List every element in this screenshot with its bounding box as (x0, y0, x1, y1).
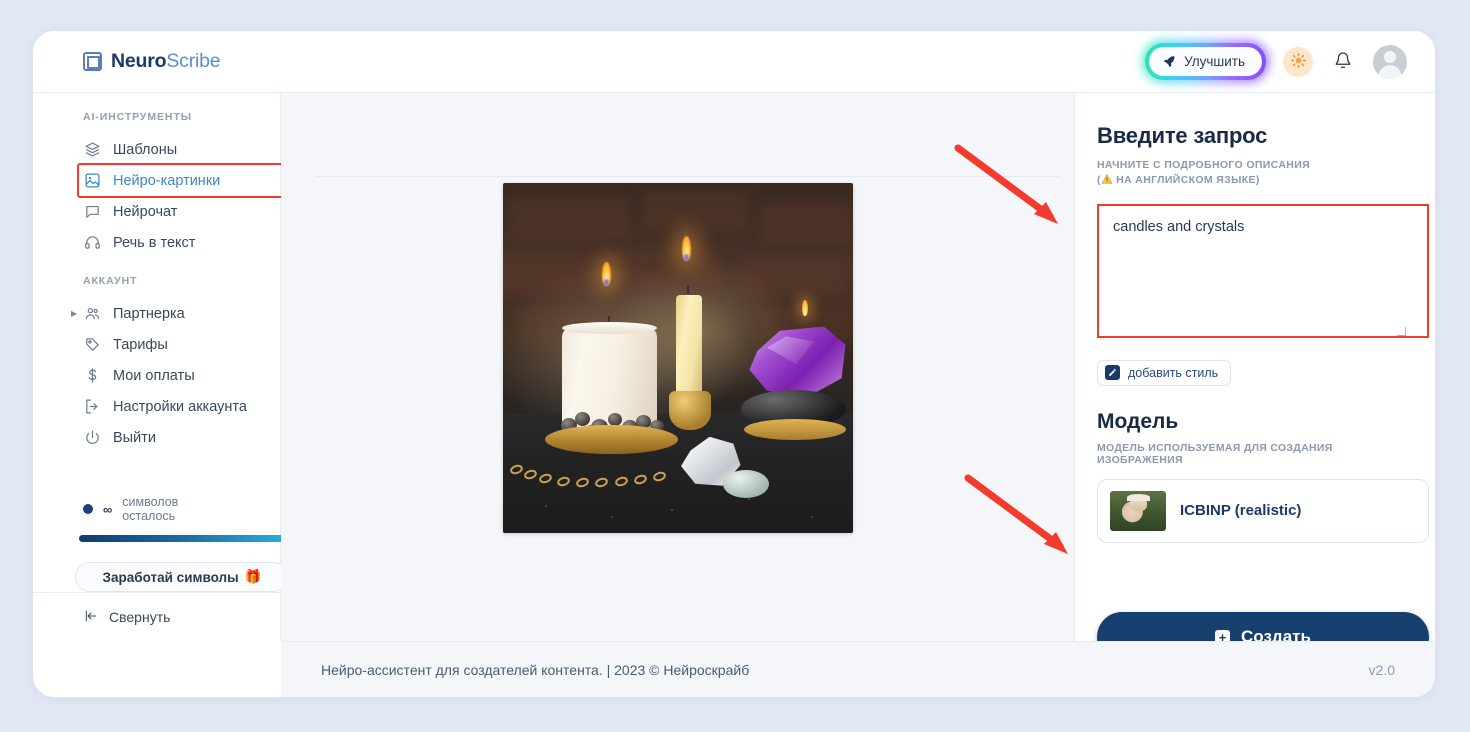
settings-exit-icon (83, 398, 101, 415)
candle-flame-3 (801, 300, 808, 317)
rocket-icon (1162, 55, 1176, 69)
sidebar-section-account: АККАУНТ (83, 275, 138, 288)
pencil-icon (1105, 365, 1120, 381)
chevron-right-icon: ▶ (71, 309, 78, 319)
sun-icon (1290, 52, 1307, 72)
sidebar-item-speech-to-text[interactable]: Речь в текст (33, 227, 280, 258)
create-button[interactable]: + Создать (1097, 612, 1429, 641)
gold-plate-2 (744, 419, 846, 441)
model-name: ICBINP (realistic) (1180, 502, 1302, 520)
candle-flame-1 (602, 261, 612, 286)
theme-toggle-button[interactable] (1283, 46, 1313, 77)
sidebar-item-my-payments[interactable]: Мои оплаты (33, 360, 280, 391)
sidebar-label-neurochat: Нейрочат (113, 203, 178, 220)
sidebar-label-my-payments: Мои оплаты (113, 367, 195, 384)
collapse-left-icon (83, 609, 99, 626)
app-body: AI-ИНСТРУМЕНТЫ Шаблоны Нейро-картинки Не… (33, 93, 1435, 641)
model-title: Модель (1097, 409, 1179, 433)
sidebar-section-tools: AI-ИНСТРУМЕНТЫ (83, 111, 192, 123)
sidebar-item-neuro-images[interactable]: Нейро-картинки (77, 163, 289, 198)
sidebar-collapse-button[interactable]: Свернуть (33, 592, 280, 641)
sidebar-item-partners[interactable]: ▶ Партнерка (33, 298, 280, 329)
dollar-icon (83, 367, 101, 384)
sidebar: AI-ИНСТРУМЕНТЫ Шаблоны Нейро-картинки Не… (33, 93, 297, 641)
model-thumbnail (1110, 490, 1166, 531)
chat-bubble-icon (83, 203, 101, 220)
upgrade-button[interactable]: Улучшить (1149, 47, 1262, 76)
center-canvas-area (281, 93, 1075, 641)
candle-flame-2 (682, 235, 692, 261)
create-label: Создать (1241, 627, 1311, 641)
sidebar-item-tariffs[interactable]: Тарифы (33, 329, 280, 360)
quota-symbol: ∞ (103, 501, 113, 517)
quota-label: символов осталось (122, 495, 179, 524)
power-icon (83, 429, 101, 446)
prompt-title: Введите запрос (1097, 123, 1268, 148)
prompt-subtitle: НАЧНИТЕ С ПОДРОБНОГО ОПИСАНИЯ ( НА АНГЛИ… (1097, 158, 1413, 190)
gold-plate-1 (544, 424, 678, 455)
app-header: NeuroScribe Улучшить (33, 31, 1435, 93)
upgrade-label: Улучшить (1184, 54, 1245, 69)
sidebar-label-account-settings: Настройки аккаунта (113, 398, 247, 415)
candle-wick-2 (686, 284, 689, 294)
sidebar-item-logout[interactable]: Выйти (33, 422, 280, 453)
quota-dot-icon (83, 504, 93, 515)
center-divider (315, 176, 1060, 177)
tag-icon (83, 336, 101, 353)
plus-square-icon: + (1215, 629, 1231, 641)
model-card[interactable]: ICBINP (realistic) (1097, 478, 1429, 543)
sidebar-item-account-settings[interactable]: Настройки аккаунта (33, 391, 280, 422)
quota-progress-bar (79, 535, 297, 543)
sidebar-item-neurochat[interactable]: Нейрочат (33, 196, 280, 227)
add-style-label: добавить стиль (1128, 365, 1219, 380)
app-logo-icon (83, 52, 102, 71)
brand-text: NeuroScribe (111, 50, 221, 73)
app-footer: Нейро-ассистент для создателей контента.… (281, 641, 1435, 697)
add-style-button[interactable]: добавить стиль (1097, 359, 1232, 386)
gift-icon: 🎁 (244, 569, 262, 585)
earn-symbols-label: Заработай символы (102, 569, 239, 585)
avatar[interactable] (1373, 44, 1407, 79)
gold-chain (506, 460, 681, 492)
notifications-button[interactable] (1330, 49, 1356, 75)
prompt-subtitle-line1: НАЧНИТЕ С ПОДРОБНОГО ОПИСАНИЯ (1097, 159, 1310, 171)
users-icon (83, 305, 101, 322)
sidebar-label-partners: Партнерка (113, 305, 185, 322)
headphones-icon (83, 234, 101, 251)
sidebar-label-tariffs: Тарифы (113, 336, 168, 353)
prompt-textarea-wrapper (1097, 190, 1429, 343)
bell-icon (1334, 51, 1352, 73)
app-window: NeuroScribe Улучшить AI-ИНСТРУМЕНТЫ Шабл… (32, 30, 1436, 698)
model-subtitle: МОДЕЛЬ ИСПОЛЬЗУЕМАЯ ДЛЯ СОЗДАНИЯ ИЗОБРАЖ… (1097, 441, 1333, 466)
upgrade-button-glow: Улучшить (1145, 43, 1266, 80)
quota-block: ∞ символов осталось (33, 495, 297, 543)
quota-row: ∞ символов осталось (83, 495, 230, 523)
generated-image[interactable] (502, 183, 853, 533)
sidebar-item-templates[interactable]: Шаблоны (33, 134, 280, 165)
jade-pebble (723, 470, 769, 498)
footer-version: v2.0 (1368, 661, 1395, 678)
brand-name-part1: Neuro (111, 50, 167, 72)
image-icon (83, 172, 101, 189)
collapse-label: Свернуть (109, 609, 171, 626)
sidebar-label-logout: Выйти (113, 429, 156, 446)
prompt-textarea[interactable] (1097, 203, 1429, 338)
gold-candle-holder (668, 391, 711, 430)
sidebar-label-speech-to-text: Речь в текст (113, 234, 196, 251)
brand-name-part2: Scribe (166, 50, 221, 72)
sidebar-label-neuro-images: Нейро-картинки (113, 172, 221, 189)
warning-icon (1101, 173, 1113, 190)
prompt-subtitle-line2: НА АНГЛИЙСКОМ ЯЗЫКЕ) (1116, 173, 1260, 186)
header-actions: Улучшить (1145, 43, 1407, 80)
footer-text: Нейро-ассистент для создателей контента.… (321, 661, 750, 678)
brand-logo[interactable]: NeuroScribe (83, 50, 221, 73)
sidebar-label-templates: Шаблоны (113, 141, 178, 158)
earn-symbols-button[interactable]: Заработай символы 🎁 (75, 562, 289, 593)
layers-icon (83, 141, 101, 158)
right-panel: Введите запрос НАЧНИТЕ С ПОДРОБНОГО ОПИС… (1075, 93, 1435, 641)
